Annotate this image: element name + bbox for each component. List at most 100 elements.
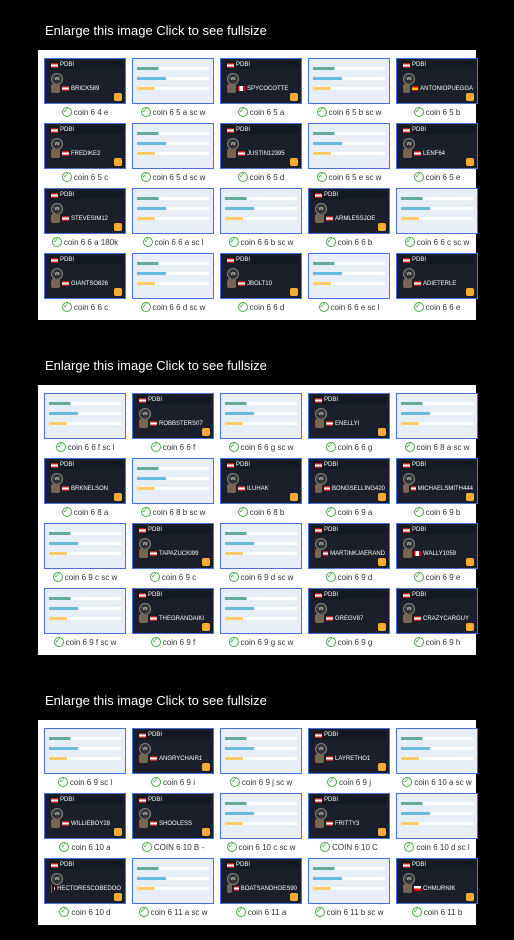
thumbnail[interactable]: PDBIvsROBBSTERS07 [132,393,214,439]
label-text: coin 6 9 c [162,573,196,582]
thumbnail[interactable] [396,393,478,439]
enlarge-caption[interactable]: Enlarge this image Click to see fullsize [0,685,514,720]
score-row [401,402,473,405]
flag-icon [414,886,421,891]
thumbnail[interactable]: PDBIvsMARTINKJAERAND [308,523,390,569]
thumbnail-label: coin 6 9 f [151,637,195,647]
thumbnail[interactable]: PDBIvsJBOLT10 [220,253,302,299]
flag-icon [238,486,245,491]
thumbnail[interactable] [308,858,390,904]
thumbnail[interactable] [44,728,126,774]
thumbnail-label: coin 6 9 b [414,507,461,517]
thumbnail[interactable]: PDBIvsBRICK589 [44,58,126,104]
player1-row: PDBI [49,126,123,134]
thumbnail[interactable]: PDBIvsCHMURNIK [396,858,478,904]
thumbnail[interactable] [132,188,214,234]
thumbnail-cell: PDBIvsLENF64coin 6 5 e [396,123,478,182]
player1-row: PDBI [313,396,387,404]
thumbnail[interactable] [396,188,478,234]
label-text: coin 6 9 sc l [70,778,112,787]
thumbnail[interactable]: PDBIvsANGRYCHAIR1 [132,728,214,774]
thumbnail[interactable]: PDBIvsSPYCOCOTTE [220,58,302,104]
thumbnail-cell: coin 6 9 d sc w [220,523,302,582]
check-icon [229,637,239,647]
thumbnail[interactable] [220,393,302,439]
thumbnail[interactable] [132,58,214,104]
thumbnail[interactable] [308,123,390,169]
thumbnail[interactable] [220,588,302,634]
label-text: coin 6 6 a 180k [64,238,118,247]
enlarge-caption[interactable]: Enlarge this image Click to see fullsize [0,350,514,385]
player2-row: BONGSELLING420 [313,483,387,494]
score-row [225,552,297,555]
thumbnail[interactable] [396,793,478,839]
thumbnail[interactable]: PDBIvsTAPAZUCKI99 [132,523,214,569]
thumbnail[interactable]: PDBIvsILUHAK [220,458,302,504]
avatar [403,484,409,493]
thumbnail[interactable]: PDBIvsARMLESSJOE [308,188,390,234]
thumbnail[interactable] [132,123,214,169]
thumbnail[interactable]: PDBIvsGIANTSO826 [44,253,126,299]
player1-row: PDBI [137,396,211,404]
player2-name: GREGV87 [335,616,363,622]
thumbnail[interactable]: PDBIvsMICHAELSMITH444 [396,458,478,504]
score-row [401,412,473,415]
thumbnail[interactable] [396,728,478,774]
thumbnail[interactable]: PDBIvsANTONIOPUEGGA [396,58,478,104]
player2-row: BRICK589 [49,83,123,94]
thumbnail[interactable]: PDBIvsJUSTIN12395 [220,123,302,169]
thumbnail[interactable] [220,188,302,234]
fullsize-link[interactable]: Click to see fullsize [153,23,267,38]
flag-icon [238,151,245,156]
enlarge-caption[interactable]: Enlarge this image Click to see fullsize [0,15,514,50]
thumbnail[interactable]: PDBIvsSHOOLESS [132,793,214,839]
enlarge-link[interactable]: Enlarge this image [45,23,153,38]
thumbnail[interactable]: PDBIvsFRITTY3 [308,793,390,839]
thumbnail[interactable]: PDBIvsBOATSANDHOES90 [220,858,302,904]
thumbnail[interactable] [220,793,302,839]
thumbnail[interactable]: PDBIvsHECTORESCOBEDOO [44,858,126,904]
thumbnail[interactable] [220,728,302,774]
thumbnail[interactable]: PDBIvsBONGSELLING420 [308,458,390,504]
thumbnail[interactable] [132,858,214,904]
thumbnail[interactable]: PDBIvsFREDIKE2 [44,123,126,169]
player1-row: PDBI [401,861,475,869]
thumbnail-cell: PDBIvsMICHAELSMITH444 coin 6 9 b [396,458,478,517]
label-text: coin 6 6 f sc l [68,443,115,452]
thumbnail[interactable]: PDBIvsLAYRETHO1 [308,728,390,774]
thumbnail[interactable] [44,588,126,634]
player1-row: PDBI [313,591,387,599]
thumbnail[interactable]: PDBIvsWALLY1059 [396,523,478,569]
thumbnail[interactable] [308,253,390,299]
thumbnail-label: coin 6 9 h [414,637,461,647]
enlarge-link[interactable]: Enlarge this image [45,358,153,373]
thumbnail[interactable]: PDBIvsLENF64 [396,123,478,169]
label-text: coin 6 9 j sc w [242,778,292,787]
enlarge-link[interactable]: Enlarge this image [45,693,153,708]
flag-icon [403,63,410,68]
thumbnail[interactable]: PDBIvsCRAZYCARGUY [396,588,478,634]
check-icon [238,507,248,517]
player2-row: LENF64 [401,148,475,159]
thumbnail[interactable] [44,523,126,569]
label-text: coin 6 8 a sc w [417,443,470,452]
thumbnail[interactable] [132,253,214,299]
thumbnail[interactable]: PDBIvsWILLIEBOY28 [44,793,126,839]
score-row [225,217,297,220]
fullsize-link[interactable]: Click to see fullsize [153,693,267,708]
thumbnail[interactable]: PDBIvsSTEVESIM12 [44,188,126,234]
score-row [49,552,121,555]
thumbnail[interactable] [44,393,126,439]
thumbnail[interactable] [220,523,302,569]
avatar [315,614,324,623]
player2-name: SHOOLESS [159,821,192,827]
thumbnail[interactable] [308,58,390,104]
thumbnail[interactable]: PDBIvsADIETERLE [396,253,478,299]
thumbnail[interactable] [132,458,214,504]
fullsize-link[interactable]: Click to see fullsize [153,358,267,373]
thumbnail[interactable]: PDBIvsGREGV87 [308,588,390,634]
thumbnail[interactable]: PDBIvsTHEGRANDAIKI [132,588,214,634]
thumbnail[interactable]: PDBIvsBRKNELSON [44,458,126,504]
thumbnail-label: coin 6 5 a sc w [141,107,206,117]
thumbnail[interactable]: PDBIvsENELLYI [308,393,390,439]
